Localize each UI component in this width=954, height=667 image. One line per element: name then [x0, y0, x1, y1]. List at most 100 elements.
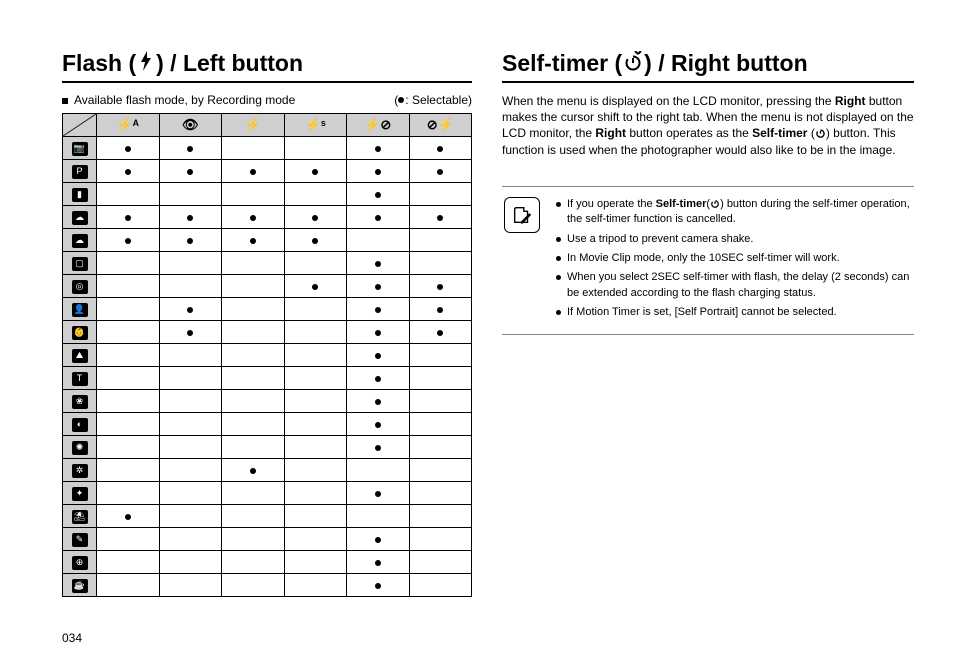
beach-mode-icon: ⛱ — [72, 510, 88, 524]
table-cell — [222, 436, 285, 459]
table-cell — [159, 436, 222, 459]
table-cell — [284, 183, 347, 206]
table-cell — [97, 436, 160, 459]
table-cell — [97, 275, 160, 298]
portrait-mode-icon: ▮ — [72, 188, 88, 202]
selectable-dot — [375, 215, 381, 221]
selectable-dot — [375, 445, 381, 451]
table-cell — [159, 551, 222, 574]
table-cell — [347, 436, 410, 459]
flash-mode-table: ⚡ᴬ 👁 ⚡ ⚡ˢ ⚡⊘ ⊘⚡ 📷P▮☁☁▢◎👤👶⛰T❀◐✺✲✦⛱✎⊕☕ — [62, 113, 472, 597]
selectable-dot — [437, 307, 443, 313]
table-cell — [347, 160, 410, 183]
table-cell — [347, 321, 410, 344]
selectable-dot — [187, 307, 193, 313]
table-cell — [159, 321, 222, 344]
selectable-dot — [375, 261, 381, 267]
col-header: ⚡ˢ — [284, 114, 347, 137]
table-cell — [222, 183, 285, 206]
table-cell — [159, 183, 222, 206]
table-cell — [284, 321, 347, 344]
table-cell — [347, 482, 410, 505]
table-row: ✲ — [63, 459, 472, 482]
table-cell — [347, 229, 410, 252]
table-row: T — [63, 367, 472, 390]
table-cell — [97, 459, 160, 482]
landscape-mode-icon: ⛰ — [72, 349, 88, 363]
table-cell — [159, 528, 222, 551]
table-cell — [409, 229, 472, 252]
row-header: ▮ — [63, 183, 97, 206]
note-item: When you select 2SEC self-timer with fla… — [556, 270, 912, 301]
selectable-dot — [437, 330, 443, 336]
table-cell — [409, 574, 472, 597]
table-cell — [97, 482, 160, 505]
selectable-dot — [375, 376, 381, 382]
right-title: Self-timer ( ) / Right button — [502, 50, 914, 83]
table-row: 📷 — [63, 137, 472, 160]
table-cell — [347, 183, 410, 206]
table-cell — [409, 160, 472, 183]
legend: (: Selectable) — [394, 93, 472, 107]
table-cell — [284, 206, 347, 229]
table-cell — [347, 344, 410, 367]
row-header: P — [63, 160, 97, 183]
selectable-dot — [250, 215, 256, 221]
table-cell — [159, 459, 222, 482]
row-header: ◐ — [63, 413, 97, 436]
table-row: 👶 — [63, 321, 472, 344]
row-header: ▢ — [63, 252, 97, 275]
selectable-dot — [375, 353, 381, 359]
table-cell — [222, 528, 285, 551]
selectable-dot — [250, 238, 256, 244]
table-cell — [409, 252, 472, 275]
table-cell — [159, 298, 222, 321]
selectable-dot — [375, 284, 381, 290]
table-cell — [159, 229, 222, 252]
table-cell — [409, 528, 472, 551]
table-cell — [222, 229, 285, 252]
selectable-dot — [312, 284, 318, 290]
table-cell — [222, 298, 285, 321]
table-cell — [284, 528, 347, 551]
sunset-mode-icon: ◐ — [72, 418, 88, 432]
table-cell — [347, 413, 410, 436]
table-cell — [159, 275, 222, 298]
table-cell — [409, 551, 472, 574]
col-header: ⚡ᴬ — [97, 114, 160, 137]
row-header: ☁ — [63, 206, 97, 229]
table-cell — [409, 137, 472, 160]
table-cell — [159, 390, 222, 413]
table-cell — [284, 436, 347, 459]
table-cell — [222, 505, 285, 528]
table-cell — [97, 137, 160, 160]
frame-mode-icon: ▢ — [72, 257, 88, 271]
col-header: 👁 — [159, 114, 222, 137]
table-cell — [222, 321, 285, 344]
row-header: 👤 — [63, 298, 97, 321]
right-column: Self-timer ( ) / Right button When the m… — [502, 50, 914, 597]
selectable-dot — [250, 169, 256, 175]
table-cell — [409, 367, 472, 390]
table-cell — [97, 206, 160, 229]
row-header: ✺ — [63, 436, 97, 459]
note-item: If Motion Timer is set, [Self Portrait] … — [556, 305, 912, 320]
table-row: ◎ — [63, 275, 472, 298]
selectable-dot — [187, 330, 193, 336]
selectable-dot — [125, 238, 131, 244]
table-cell — [347, 551, 410, 574]
table-cell — [409, 413, 472, 436]
dawn-mode-icon: ✺ — [72, 441, 88, 455]
note-box: If you operate the Self-timer() button d… — [502, 186, 914, 336]
table-cell — [97, 252, 160, 275]
selectable-dot — [187, 215, 193, 221]
backlight-mode-icon: ✲ — [72, 464, 88, 478]
table-cell — [284, 252, 347, 275]
table-row: P — [63, 160, 472, 183]
table-cell — [222, 137, 285, 160]
table-cell — [347, 298, 410, 321]
table-cell — [409, 344, 472, 367]
table-cell — [97, 344, 160, 367]
table-cell — [409, 505, 472, 528]
row-header: ⛰ — [63, 344, 97, 367]
